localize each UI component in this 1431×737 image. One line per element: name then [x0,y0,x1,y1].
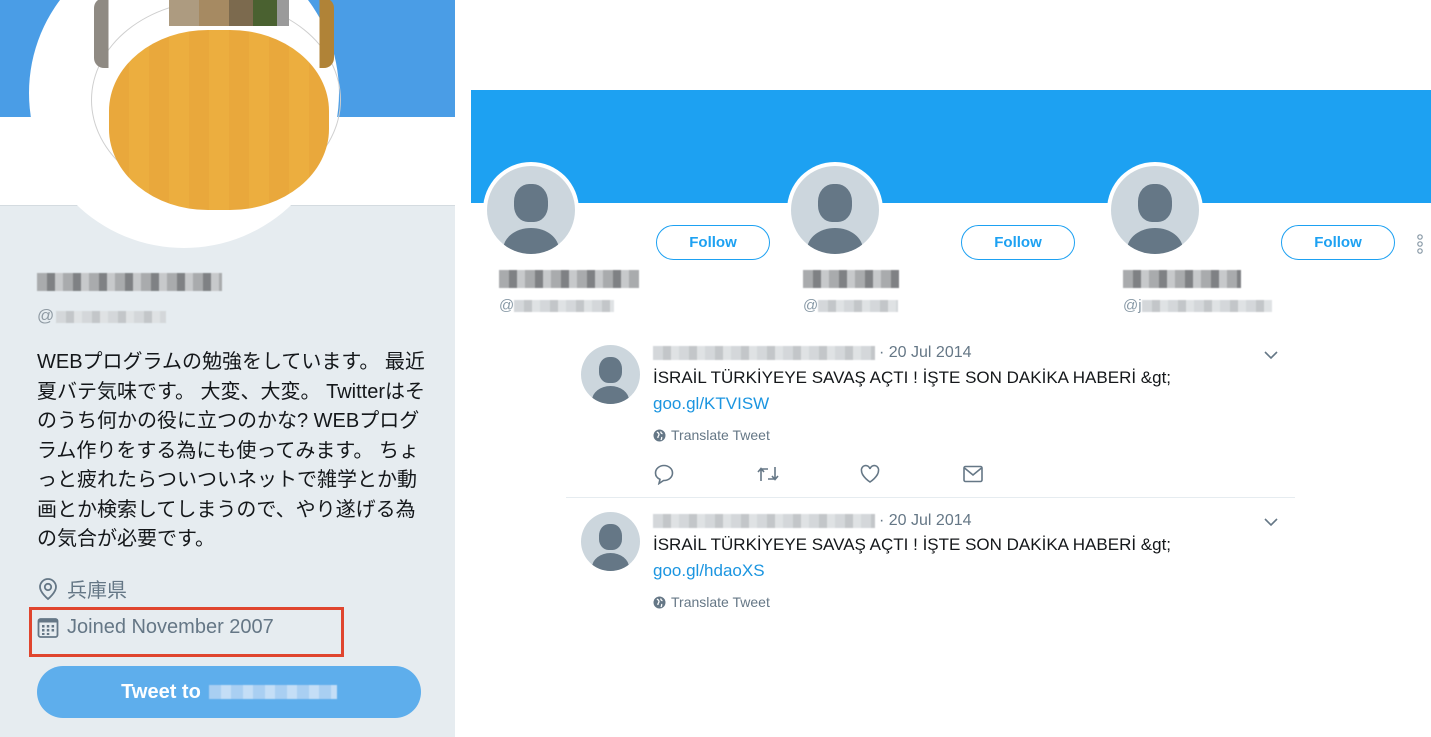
reply-button[interactable] [653,463,756,485]
handle-redacted [818,300,899,313]
retweet-button[interactable] [756,463,859,485]
tweet-header: · 20 Jul 2014 [653,344,972,362]
joined-highlight-annotation [29,607,344,657]
handle-redacted [56,310,167,323]
tweet-avatar[interactable] [581,345,640,404]
tweet-header: · 20 Jul 2014 [653,512,972,530]
timeline-panel: @ Follow @ Follow @j Follow · 20 Jul 201… [471,0,1431,737]
suggested-user-handle: @ [803,297,899,314]
follow-button[interactable]: Follow [961,225,1075,260]
suggested-user-name-redacted [1123,270,1241,288]
tweet-date[interactable]: · 20 Jul 2014 [879,344,972,362]
handle-at: @j [1123,297,1142,314]
follow-button[interactable]: Follow [656,225,770,260]
translate-tweet-button[interactable]: Translate Tweet [653,594,770,610]
handle-at: @ [37,306,55,325]
suggested-user-avatar[interactable] [483,162,579,258]
chevron-down-icon[interactable] [1263,349,1279,361]
handle-at: @ [803,297,819,314]
more-options-icon[interactable] [1416,234,1424,254]
profile-avatar[interactable] [29,0,341,248]
handle-redacted [1141,300,1272,313]
chevron-down-icon[interactable] [1263,516,1279,528]
follow-button[interactable]: Follow [1281,225,1395,260]
location-pin-icon [39,577,57,600]
translate-tweet-button[interactable]: Translate Tweet [653,427,770,443]
tweet-author-redacted[interactable] [653,514,875,528]
translate-label: Translate Tweet [671,427,770,443]
direct-message-button[interactable] [962,463,1065,485]
suggested-user-avatar[interactable] [787,162,883,258]
default-avatar-icon [581,345,640,404]
globe-icon [653,596,666,608]
heart-icon [860,464,880,483]
header-banner [471,90,1431,203]
handle-redacted [514,300,615,313]
tweet-to-button[interactable]: Tweet to [37,666,421,718]
reply-icon [654,464,674,485]
location-text: 兵庫県 [67,580,127,602]
profile-bio: WEBプログラムの勉強をしています。 最近夏バテ気味です。 大変、大変。 Twi… [37,351,426,550]
globe-icon [653,429,666,441]
tweet-author-redacted[interactable] [653,346,875,360]
default-avatar-icon [487,166,575,254]
tweet[interactable]: · 20 Jul 2014 İSRAİL TÜRKİYEYE SAVAŞ AÇT… [566,497,1295,663]
default-avatar-icon [1111,166,1199,254]
profile-handle: @ [37,306,167,326]
profile-name-redacted [37,273,222,291]
profile-sidebar: @ WEBプログラムの勉強をしています。 最近夏バテ気味です。 大変、大変。 T… [0,0,455,737]
tweet-date[interactable]: · 20 Jul 2014 [879,512,972,530]
tweet-actions [653,463,1065,485]
screenshot-composite: @ WEBプログラムの勉強をしています。 最近夏バテ気味です。 大変、大変。 T… [0,0,1431,737]
profile-location: 兵庫県 [37,574,127,603]
handle-at: @ [499,297,515,314]
suggested-user-handle: @j [1123,297,1272,314]
tweet[interactable]: · 20 Jul 2014 İSRAİL TÜRKİYEYE SAVAŞ AÇT… [566,331,1295,497]
retweet-icon [757,467,779,481]
suggested-user-name-redacted [499,270,639,288]
suggested-user-handle: @ [499,297,615,314]
tweet-link[interactable]: goo.gl/hdaoXS [653,561,765,581]
envelope-icon [963,465,983,483]
tweet-link[interactable]: goo.gl/KTVISW [653,394,769,414]
tweet-text: İSRAİL TÜRKİYEYE SAVAŞ AÇTI ! İŞTE SON D… [653,535,1172,554]
tweet-to-label: Tweet to [121,680,201,703]
tweet-avatar[interactable] [581,512,640,571]
suggested-user-avatar[interactable] [1107,162,1203,258]
tweet-text: İSRAİL TÜRKİYEYE SAVAŞ AÇTI ! İŞTE SON D… [653,368,1172,387]
suggested-user-name-redacted [803,270,899,288]
default-avatar-icon [581,512,640,571]
tweet-to-name-redacted [208,685,337,699]
avatar-pixelated-image [109,30,329,210]
like-button[interactable] [859,463,962,485]
avatar-pixelated-top [169,0,289,26]
translate-label: Translate Tweet [671,594,770,610]
tweet-list: · 20 Jul 2014 İSRAİL TÜRKİYEYE SAVAŞ AÇT… [566,331,1295,663]
default-avatar-icon [791,166,879,254]
